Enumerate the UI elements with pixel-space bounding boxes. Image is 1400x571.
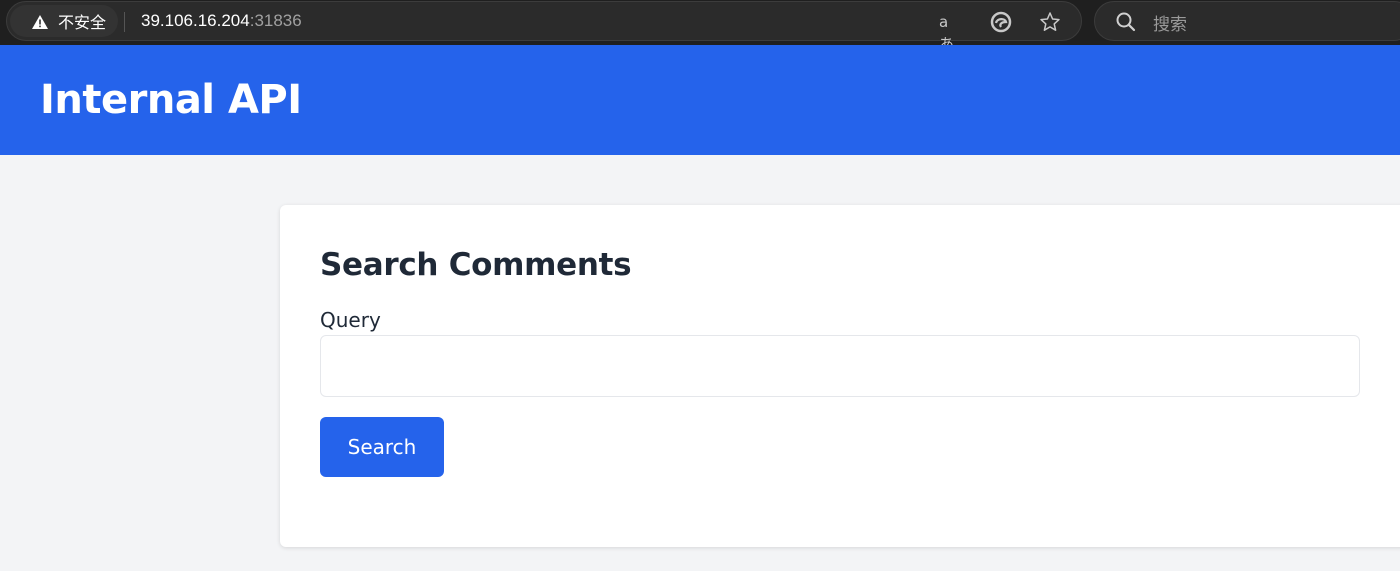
query-label: Query [320, 308, 381, 332]
edge-icon[interactable] [990, 11, 1012, 33]
search-button[interactable]: Search [320, 417, 444, 477]
url-port: :31836 [249, 11, 302, 30]
card-title: Search Comments [320, 247, 632, 283]
url-host: 39.106.16.204 [141, 11, 250, 30]
search-comments-card: Search Comments Query Search [280, 205, 1400, 547]
security-label: 不安全 [58, 13, 107, 32]
browser-toolbar: 不安全 39.106.16.204:31836 aあ 搜索 [0, 0, 1400, 53]
divider [124, 12, 125, 32]
search-placeholder: 搜索 [1153, 15, 1187, 35]
browser-search-box[interactable]: 搜索 [1094, 1, 1400, 41]
search-icon [1116, 12, 1136, 32]
address-bar[interactable]: 不安全 39.106.16.204:31836 aあ [6, 1, 1082, 53]
security-indicator[interactable]: 不安全 [10, 5, 119, 37]
favorite-star-icon[interactable] [1039, 11, 1061, 33]
url-text[interactable]: 39.106.16.204:31836 [141, 11, 302, 31]
translate-icon[interactable]: aあ [939, 11, 961, 53]
app-title: Internal API [40, 77, 302, 123]
query-input[interactable] [320, 335, 1360, 397]
warning-icon [32, 15, 48, 29]
app-header: Internal API [0, 45, 1400, 155]
